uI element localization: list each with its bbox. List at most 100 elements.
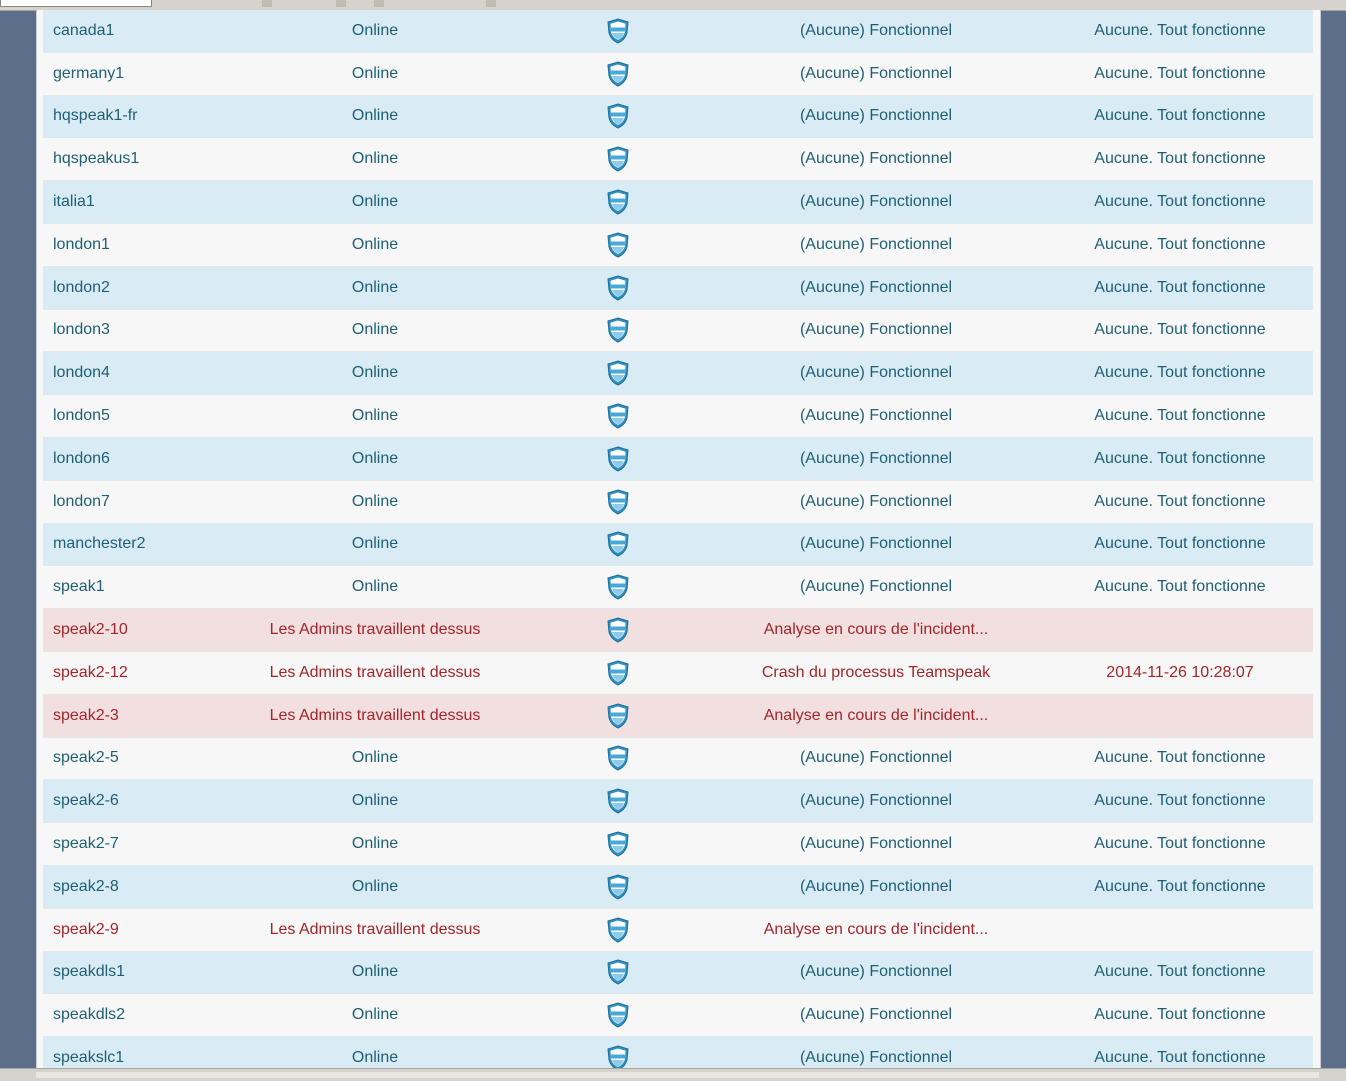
server-status: Online [351,877,399,895]
scrollbar-track[interactable] [36,1072,1319,1078]
server-status: Online [351,963,399,981]
incident-info: Aucune. Tout fonctionne [1094,535,1266,553]
table-row: london6 Online (Aucune) Fonctionnel Aucu… [43,437,1313,481]
incident-description: (Aucune) Fonctionnel [799,877,953,895]
shield-icon [603,310,633,352]
server-name: speakdls1 [53,963,126,981]
server-name: manchester2 [53,535,146,553]
table-row: london2 Online (Aucune) Fonctionnel Aucu… [43,266,1313,310]
incident-description: (Aucune) Fonctionnel [799,749,953,767]
incident-info: Aucune. Tout fonctionne [1094,150,1266,168]
server-name: speak2-12 [53,663,128,681]
server-status: Les Admins travaillent dessus [269,663,481,681]
incident-description: (Aucune) Fonctionnel [799,150,953,168]
incident-description: (Aucune) Fonctionnel [799,963,953,981]
table-row: manchester2 Online (Aucune) Fonctionnel … [43,523,1313,567]
server-status: Online [351,835,399,853]
incident-description: (Aucune) Fonctionnel [799,792,953,810]
toolbar-icon[interactable] [262,0,272,7]
incident-info: Aucune. Tout fonctionne [1094,364,1266,382]
incident-info: Aucune. Tout fonctionne [1094,107,1266,125]
shield-icon [603,10,633,52]
table-row: speak2-6 Online (Aucune) Fonctionnel Auc… [43,780,1313,824]
server-status: Les Admins travaillent dessus [269,920,481,938]
incident-info: Aucune. Tout fonctionne [1094,749,1266,767]
server-name: london4 [53,364,110,382]
server-status-table: canada1 Online (Aucune) Fonctionnel Aucu… [43,10,1313,1080]
shield-icon [603,224,633,266]
incident-description: (Aucune) Fonctionnel [799,278,953,296]
incident-info: Aucune. Tout fonctionne [1094,1006,1266,1024]
incident-info: Aucune. Tout fonctionne [1094,235,1266,253]
server-status: Online [351,150,399,168]
server-status: Online [351,107,399,125]
server-name: london5 [53,407,110,425]
horizontal-scrollbar[interactable] [0,1068,1346,1081]
incident-info: Aucune. Tout fonctionne [1094,835,1266,853]
server-name: hqspeak1-fr [53,107,138,125]
incident-info: Aucune. Tout fonctionne [1094,792,1266,810]
toolbar-icon[interactable] [374,0,384,7]
server-status: Online [351,449,399,467]
table-row: speak2-9 Les Admins travaillent dessus A… [43,908,1313,952]
shield-icon [603,866,633,908]
server-status: Online [351,278,399,296]
table-row: speak2-8 Online (Aucune) Fonctionnel Auc… [43,865,1313,909]
server-name: germany1 [53,64,125,82]
table-row: speak2-5 Online (Aucune) Fonctionnel Auc… [43,737,1313,781]
table-row: speak1 Online (Aucune) Fonctionnel Aucun… [43,566,1313,610]
server-status: Les Admins travaillent dessus [269,706,481,724]
incident-description: (Aucune) Fonctionnel [799,578,953,596]
incident-info: Aucune. Tout fonctionne [1094,21,1266,39]
shield-icon [603,738,633,780]
toolbar-icon[interactable] [486,0,496,7]
shield-icon [603,438,633,480]
table-row: london3 Online (Aucune) Fonctionnel Aucu… [43,309,1313,353]
incident-info: Aucune. Tout fonctionne [1094,193,1266,211]
incident-description: (Aucune) Fonctionnel [799,407,953,425]
shield-icon [603,524,633,566]
table-row: london4 Online (Aucune) Fonctionnel Aucu… [43,352,1313,396]
server-status: Online [351,21,399,39]
incident-description: (Aucune) Fonctionnel [799,364,953,382]
server-status: Online [351,235,399,253]
server-name: speak2-7 [53,835,119,853]
shield-icon [603,96,633,138]
shield-icon [603,909,633,951]
incident-info: Aucune. Tout fonctionne [1094,492,1266,510]
incident-info: Aucune. Tout fonctionne [1094,407,1266,425]
server-status: Online [351,64,399,82]
incident-description: (Aucune) Fonctionnel [799,64,953,82]
server-name: london2 [53,278,110,296]
server-status: Online [351,792,399,810]
shield-icon [603,823,633,865]
incident-description: Analyse en cours de l'incident... [763,920,989,938]
server-name: speak2-3 [53,706,119,724]
table-row: speak2-7 Online (Aucune) Fonctionnel Auc… [43,823,1313,866]
incident-info: Aucune. Tout fonctionne [1094,963,1266,981]
shield-icon [603,395,633,437]
incident-info: Aucune. Tout fonctionne [1094,877,1266,895]
server-status-panel: canada1 Online (Aucune) Fonctionnel Aucu… [36,10,1321,1080]
incident-description: (Aucune) Fonctionnel [799,492,953,510]
incident-description: (Aucune) Fonctionnel [799,321,953,339]
server-name: italia1 [53,193,95,211]
table-row: speak2-12 Les Admins travaillent dessus … [43,651,1313,695]
server-status: Online [351,321,399,339]
incident-description: Analyse en cours de l'incident... [763,621,989,639]
server-status: Online [351,364,399,382]
toolbar-icon[interactable] [336,0,346,7]
toolbar-input[interactable] [0,0,152,7]
shield-icon [603,267,633,309]
table-row: speak2-3 Les Admins travaillent dessus A… [43,694,1313,738]
server-name: london7 [53,492,110,510]
shield-icon [603,609,633,651]
table-row: canada1 Online (Aucune) Fonctionnel Aucu… [43,10,1313,53]
server-status: Online [351,492,399,510]
server-status: Online [351,1006,399,1024]
server-status: Online [351,407,399,425]
shield-icon [603,994,633,1036]
incident-description: (Aucune) Fonctionnel [799,235,953,253]
table-row: speak2-10 Les Admins travaillent dessus … [43,609,1313,652]
shield-icon [603,53,633,95]
